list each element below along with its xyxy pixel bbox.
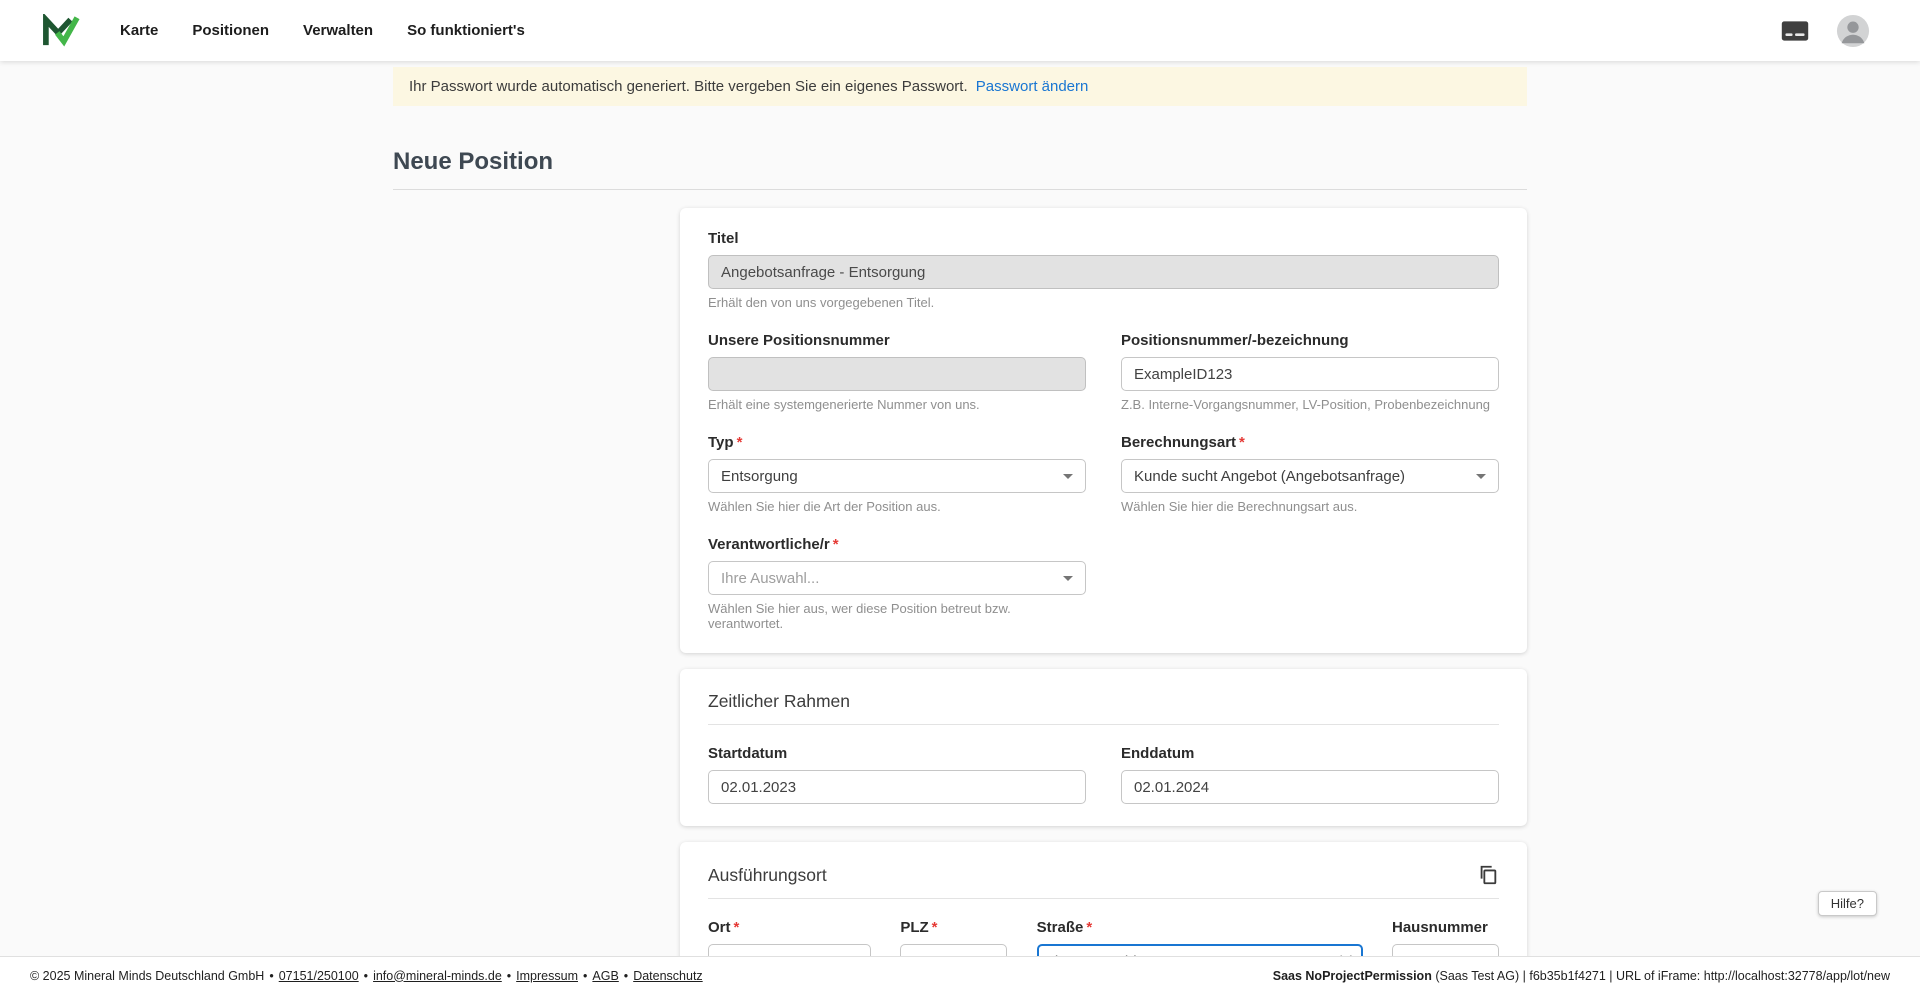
copy-icon[interactable] bbox=[1477, 864, 1499, 886]
titel-helper: Erhält den von uns vorgegebenen Titel. bbox=[708, 295, 1499, 310]
password-banner: Ihr Passwort wurde automatisch generiert… bbox=[393, 67, 1527, 106]
typ-select[interactable]: Entsorgung bbox=[708, 459, 1086, 493]
ausfuehrungsort-title: Ausführungsort bbox=[708, 865, 827, 886]
berechnungsart-helper: Wählen Sie hier die Berechnungsart aus. bbox=[1121, 499, 1499, 514]
positionsnummer-helper: Erhält eine systemgenerierte Nummer von … bbox=[708, 397, 1086, 412]
typ-select-value: Entsorgung bbox=[721, 468, 798, 485]
chevron-down-icon bbox=[1063, 576, 1073, 581]
avatar-icon[interactable] bbox=[1836, 14, 1870, 48]
bezeichnung-helper: Z.B. Interne-Vorgangsnummer, LV-Position… bbox=[1121, 397, 1499, 412]
nav-item-karte[interactable]: Karte bbox=[120, 22, 158, 39]
titel-label: Titel bbox=[708, 230, 1499, 247]
verantwortlicher-helper: Wählen Sie hier aus, wer diese Position … bbox=[708, 601, 1086, 631]
password-change-link[interactable]: Passwort ändern bbox=[976, 78, 1089, 95]
footer: © 2025 Mineral Minds Deutschland GmbH•07… bbox=[0, 956, 1920, 994]
enddatum-label: Enddatum bbox=[1121, 745, 1499, 762]
required-marker: * bbox=[1086, 919, 1092, 936]
footer-copyright: © 2025 Mineral Minds Deutschland GmbH bbox=[30, 969, 264, 983]
verantwortlicher-select-placeholder: Ihre Auswahl... bbox=[721, 570, 819, 587]
footer-link-agb[interactable]: AGB bbox=[592, 969, 618, 983]
footer-link-impressum[interactable]: Impressum bbox=[516, 969, 578, 983]
typ-helper: Wählen Sie hier die Art der Position aus… bbox=[708, 499, 1086, 514]
hausnummer-label: Hausnummer bbox=[1392, 919, 1499, 936]
verantwortlicher-label: Verantwortliche/r* bbox=[708, 536, 1086, 553]
typ-label: Typ* bbox=[708, 434, 1086, 451]
positionsnummer-label: Unsere Positionsnummer bbox=[708, 332, 1086, 349]
footer-link-email[interactable]: info@mineral-minds.de bbox=[373, 969, 502, 983]
nav-item-so-funktionierts[interactable]: So funktioniert's bbox=[407, 22, 525, 39]
position-form-card: Titel Erhält den von uns vorgegebenen Ti… bbox=[680, 208, 1527, 653]
nav-item-verwalten[interactable]: Verwalten bbox=[303, 22, 373, 39]
page-title: Neue Position bbox=[393, 148, 1527, 190]
berechnungsart-label: Berechnungsart* bbox=[1121, 434, 1499, 451]
footer-link-datenschutz[interactable]: Datenschutz bbox=[633, 969, 702, 983]
bezeichnung-input[interactable] bbox=[1121, 357, 1499, 391]
required-marker: * bbox=[1239, 434, 1245, 451]
plz-label: PLZ* bbox=[900, 919, 1007, 936]
zeitlicher-rahmen-title: Zeitlicher Rahmen bbox=[708, 691, 850, 712]
startdatum-input[interactable] bbox=[708, 770, 1086, 804]
ort-label: Ort* bbox=[708, 919, 871, 936]
strasse-label: Straße* bbox=[1037, 919, 1363, 936]
titel-input bbox=[708, 255, 1499, 289]
nav-item-positionen[interactable]: Positionen bbox=[192, 22, 269, 39]
footer-info: Saas NoProjectPermission (Saas Test AG) … bbox=[1273, 969, 1890, 983]
required-marker: * bbox=[737, 434, 743, 451]
server-icon[interactable] bbox=[1780, 19, 1810, 43]
verantwortlicher-select[interactable]: Ihre Auswahl... bbox=[708, 561, 1086, 595]
footer-tenant: Saas NoProjectPermission bbox=[1273, 969, 1432, 983]
chevron-down-icon bbox=[1476, 474, 1486, 479]
main-nav: Karte Positionen Verwalten So funktionie… bbox=[120, 22, 525, 39]
startdatum-label: Startdatum bbox=[708, 745, 1086, 762]
footer-left: © 2025 Mineral Minds Deutschland GmbH•07… bbox=[30, 969, 703, 983]
footer-link-phone[interactable]: 07151/250100 bbox=[279, 969, 359, 983]
berechnungsart-select-value: Kunde sucht Angebot (Angebotsanfrage) bbox=[1134, 468, 1405, 485]
help-button[interactable]: Hilfe? bbox=[1818, 891, 1877, 916]
chevron-down-icon bbox=[1063, 474, 1073, 479]
positionsnummer-input bbox=[708, 357, 1086, 391]
bezeichnung-label: Positionsnummer/-bezeichnung bbox=[1121, 332, 1499, 349]
required-marker: * bbox=[932, 919, 938, 936]
required-marker: * bbox=[734, 919, 740, 936]
banner-text: Ihr Passwort wurde automatisch generiert… bbox=[409, 78, 968, 95]
navbar: Karte Positionen Verwalten So funktionie… bbox=[0, 0, 1920, 61]
footer-meta: (Saas Test AG) | f6b35b1f4271 | URL of i… bbox=[1432, 969, 1890, 983]
berechnungsart-select[interactable]: Kunde sucht Angebot (Angebotsanfrage) bbox=[1121, 459, 1499, 493]
enddatum-input[interactable] bbox=[1121, 770, 1499, 804]
zeitlicher-rahmen-card: Zeitlicher Rahmen Startdatum Enddatum bbox=[680, 669, 1527, 826]
logo-icon[interactable] bbox=[42, 14, 80, 48]
required-marker: * bbox=[833, 536, 839, 553]
